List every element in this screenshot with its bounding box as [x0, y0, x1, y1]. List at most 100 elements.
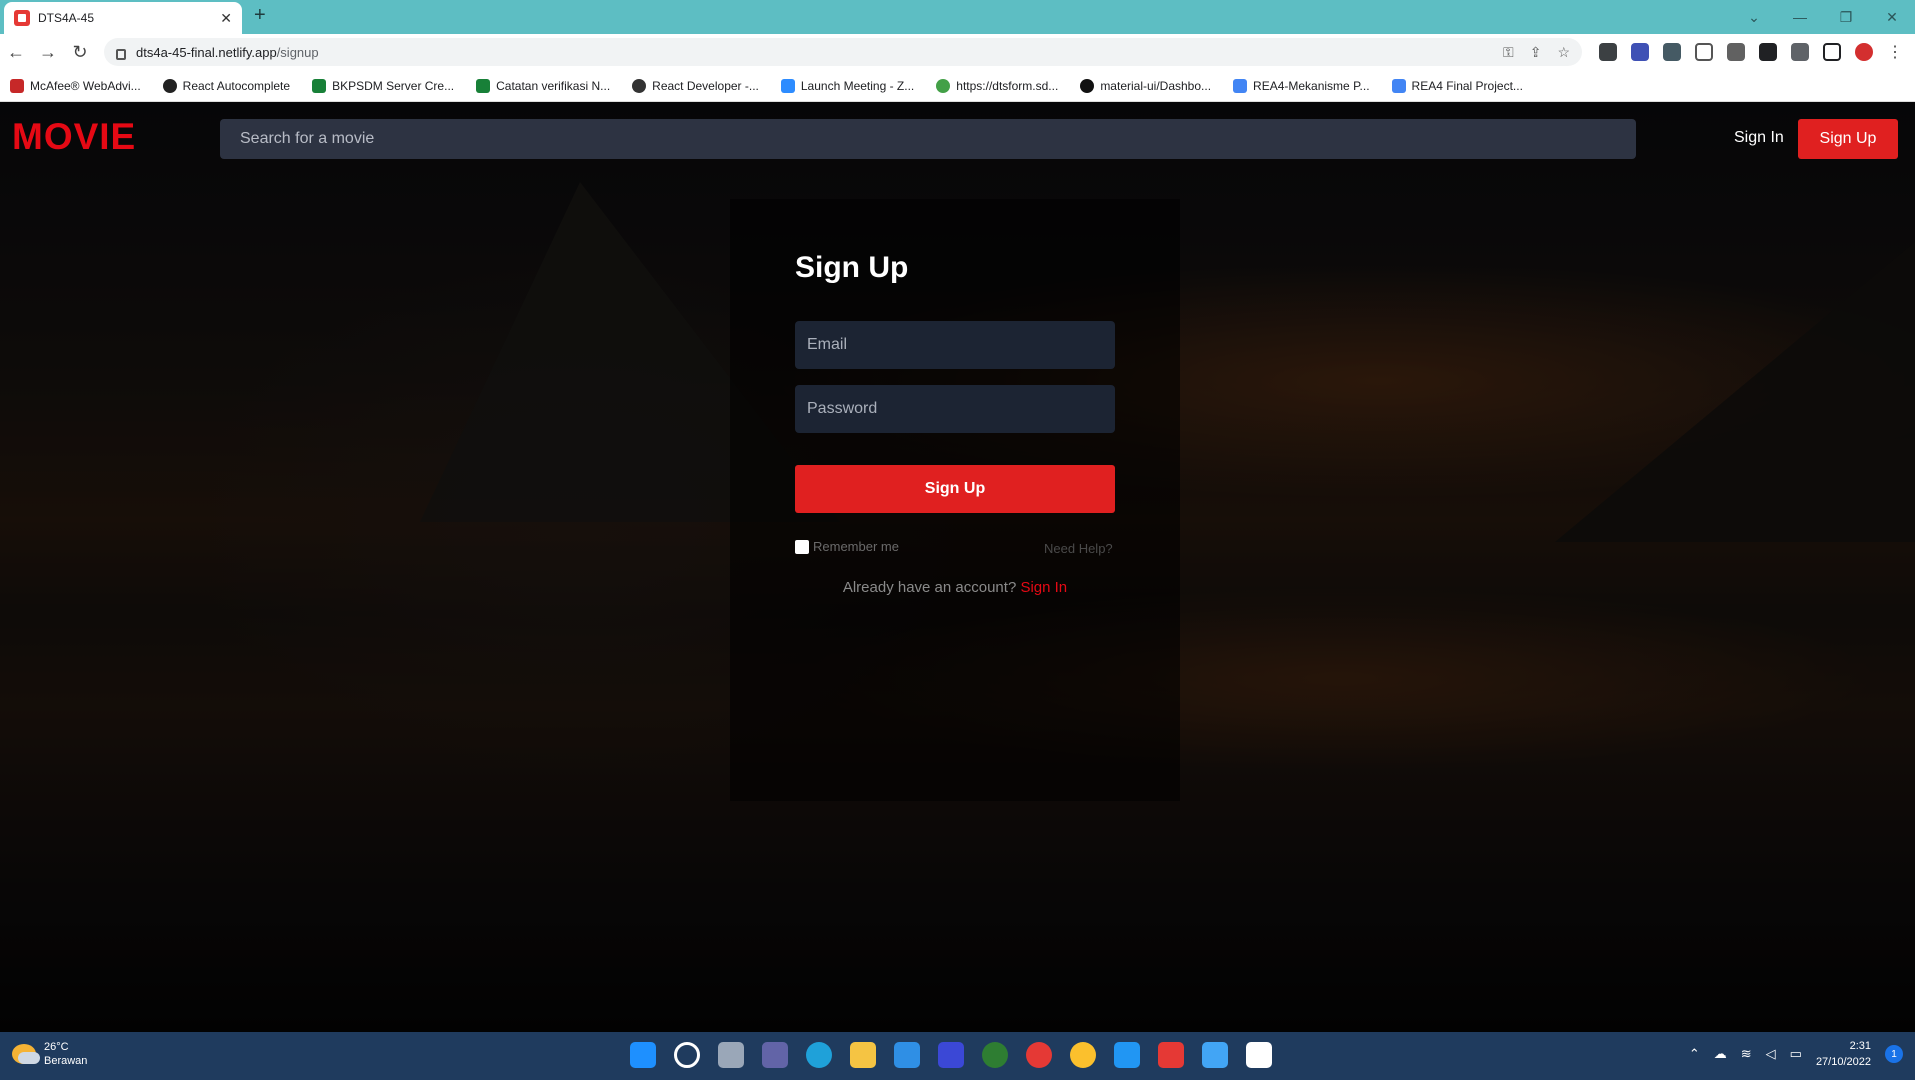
- docs-icon: [1233, 78, 1248, 93]
- email-field[interactable]: [795, 321, 1115, 369]
- bookmark-label: React Developer -...: [652, 78, 759, 93]
- partly-cloudy-icon: [12, 1044, 40, 1064]
- extension-icon[interactable]: [1695, 43, 1713, 61]
- sheets-icon: [476, 78, 491, 93]
- extension-icons: ⋮: [1599, 42, 1903, 62]
- extension-icon[interactable]: [1727, 43, 1745, 61]
- react-icon: [162, 78, 177, 93]
- side-panel-icon[interactable]: [1823, 43, 1841, 61]
- xbox-icon[interactable]: [982, 1042, 1008, 1068]
- extension-icon[interactable]: [1631, 43, 1649, 61]
- remember-checkbox[interactable]: [795, 539, 809, 554]
- window-close-icon[interactable]: ✕: [1869, 9, 1915, 26]
- leaf-icon: [936, 78, 951, 93]
- omnibox-actions: ⚿ ⇪ ☆: [1503, 44, 1570, 61]
- back-icon[interactable]: ←: [0, 42, 32, 63]
- snipping-tool-icon[interactable]: [1246, 1042, 1272, 1068]
- bookmark-item[interactable]: material-ui/Dashbo...: [1080, 78, 1212, 93]
- password-field[interactable]: [795, 385, 1115, 433]
- browser-tab[interactable]: DTS4A-45 ✕: [4, 2, 242, 34]
- bookmark-item[interactable]: React Autocomplete: [162, 78, 291, 93]
- search-icon[interactable]: [674, 1042, 700, 1068]
- reading-list-icon[interactable]: [1791, 43, 1809, 61]
- bookmark-item[interactable]: REA4-Mekanisme P...: [1233, 78, 1370, 93]
- recorder-icon[interactable]: [1158, 1042, 1184, 1068]
- edge-icon[interactable]: [806, 1042, 832, 1068]
- onedrive-icon[interactable]: ☁: [1714, 1046, 1727, 1062]
- mcafee-icon: [10, 78, 24, 93]
- url-text: dts4a-45-final.netlify.app/signup: [136, 45, 319, 60]
- restore-icon[interactable]: ❐: [1823, 9, 1869, 26]
- bookmark-label: React Autocomplete: [182, 78, 291, 93]
- teams-icon[interactable]: [762, 1042, 788, 1068]
- signin-link[interactable]: Sign In: [1734, 129, 1784, 147]
- already-account: Already have an account? Sign In: [730, 579, 1180, 596]
- form-title: Sign Up: [795, 251, 909, 284]
- profile-avatar-icon[interactable]: [1855, 43, 1873, 61]
- bookmark-label: material-ui/Dashbo...: [1100, 78, 1212, 93]
- system-tray: ⌃ ☁ ≋ ◁ ▭ 2:31 27/10/2022 1: [1689, 1038, 1903, 1070]
- signup-button[interactable]: Sign Up: [1798, 119, 1898, 159]
- file-explorer-icon[interactable]: [850, 1042, 876, 1068]
- battery-icon[interactable]: ▭: [1790, 1046, 1802, 1062]
- weather-condition: Berawan: [44, 1055, 88, 1067]
- bookmark-item[interactable]: McAfee® WebAdvi...: [10, 78, 141, 93]
- bookmark-label: Catatan verifikasi N...: [496, 78, 611, 93]
- zoom-icon: [780, 78, 795, 93]
- bookmark-item[interactable]: React Developer -...: [632, 78, 759, 93]
- bookmark-item[interactable]: BKPSDM Server Cre...: [312, 78, 455, 93]
- need-help-link[interactable]: Need Help?: [1044, 541, 1113, 556]
- sheets-icon: [312, 78, 327, 93]
- url-host: dts4a-45-final.netlify.app: [136, 44, 277, 60]
- tab-favicon-icon: [14, 10, 30, 26]
- puzzle-icon[interactable]: [1759, 43, 1777, 61]
- clock[interactable]: 2:31 27/10/2022: [1816, 1038, 1871, 1070]
- vscode-icon[interactable]: [1114, 1042, 1140, 1068]
- extension-icon[interactable]: [1599, 43, 1617, 61]
- wifi-icon[interactable]: ≋: [1741, 1046, 1752, 1062]
- globe-icon: [632, 78, 647, 93]
- extension-icon[interactable]: [1663, 43, 1681, 61]
- weather-widget[interactable]: 26°C Berawan: [12, 1040, 87, 1068]
- bookmark-item[interactable]: Catatan verifikasi N...: [476, 78, 611, 93]
- share-icon[interactable]: ⇪: [1530, 44, 1542, 61]
- search-input[interactable]: [220, 119, 1636, 159]
- site-logo[interactable]: MOVIE: [12, 116, 136, 158]
- start-icon[interactable]: [630, 1042, 656, 1068]
- app-icon[interactable]: [938, 1042, 964, 1068]
- volume-icon[interactable]: ◁: [1766, 1046, 1776, 1062]
- bookmark-star-icon[interactable]: ☆: [1557, 44, 1570, 61]
- new-tab-icon[interactable]: +: [254, 4, 266, 27]
- chrome-icon[interactable]: [1026, 1042, 1052, 1068]
- address-bar[interactable]: dts4a-45-final.netlify.app/signup ⚿ ⇪ ☆: [104, 38, 1582, 66]
- submit-signup-button[interactable]: Sign Up: [795, 465, 1115, 513]
- bookmark-label: BKPSDM Server Cre...: [332, 78, 455, 93]
- close-icon[interactable]: ✕: [220, 10, 232, 27]
- bookmark-item[interactable]: REA4 Final Project...: [1391, 78, 1523, 93]
- docs-icon: [1391, 78, 1406, 93]
- bookmark-item[interactable]: https://dtsform.sd...: [936, 78, 1059, 93]
- remember-label: Remember me: [813, 539, 899, 554]
- task-view-icon[interactable]: [718, 1042, 744, 1068]
- web-page: MOVIE Sign In Sign Up Sign Up Sign Up Re…: [0, 102, 1915, 1032]
- forward-icon[interactable]: →: [32, 42, 64, 63]
- bookmark-label: McAfee® WebAdvi...: [30, 78, 141, 93]
- clock-time: 2:31: [1849, 1040, 1871, 1052]
- reload-icon[interactable]: ↻: [64, 42, 96, 63]
- menu-dots-icon[interactable]: ⋮: [1887, 42, 1903, 62]
- bookmark-item[interactable]: Launch Meeting - Z...: [780, 78, 914, 93]
- chevron-up-icon[interactable]: ⌃: [1689, 1046, 1700, 1062]
- bookmark-label: https://dtsform.sd...: [956, 78, 1059, 93]
- bookmark-label: REA4-Mekanisme P...: [1253, 78, 1370, 93]
- url-path: /signup: [276, 44, 319, 60]
- tab-search-icon[interactable]: ⌄: [1731, 9, 1777, 26]
- form-signin-link[interactable]: Sign In: [1020, 579, 1067, 596]
- chrome-icon[interactable]: [1070, 1042, 1096, 1068]
- mail-icon[interactable]: [894, 1042, 920, 1068]
- minimize-icon[interactable]: —: [1777, 9, 1823, 25]
- password-key-icon[interactable]: ⚿: [1503, 44, 1514, 61]
- notification-badge[interactable]: 1: [1885, 1045, 1903, 1063]
- store-icon[interactable]: [1202, 1042, 1228, 1068]
- already-text: Already have an account?: [842, 579, 1017, 596]
- browser-tab-strip: DTS4A-45 ✕ + ⌄ — ❐ ✕: [0, 0, 1915, 34]
